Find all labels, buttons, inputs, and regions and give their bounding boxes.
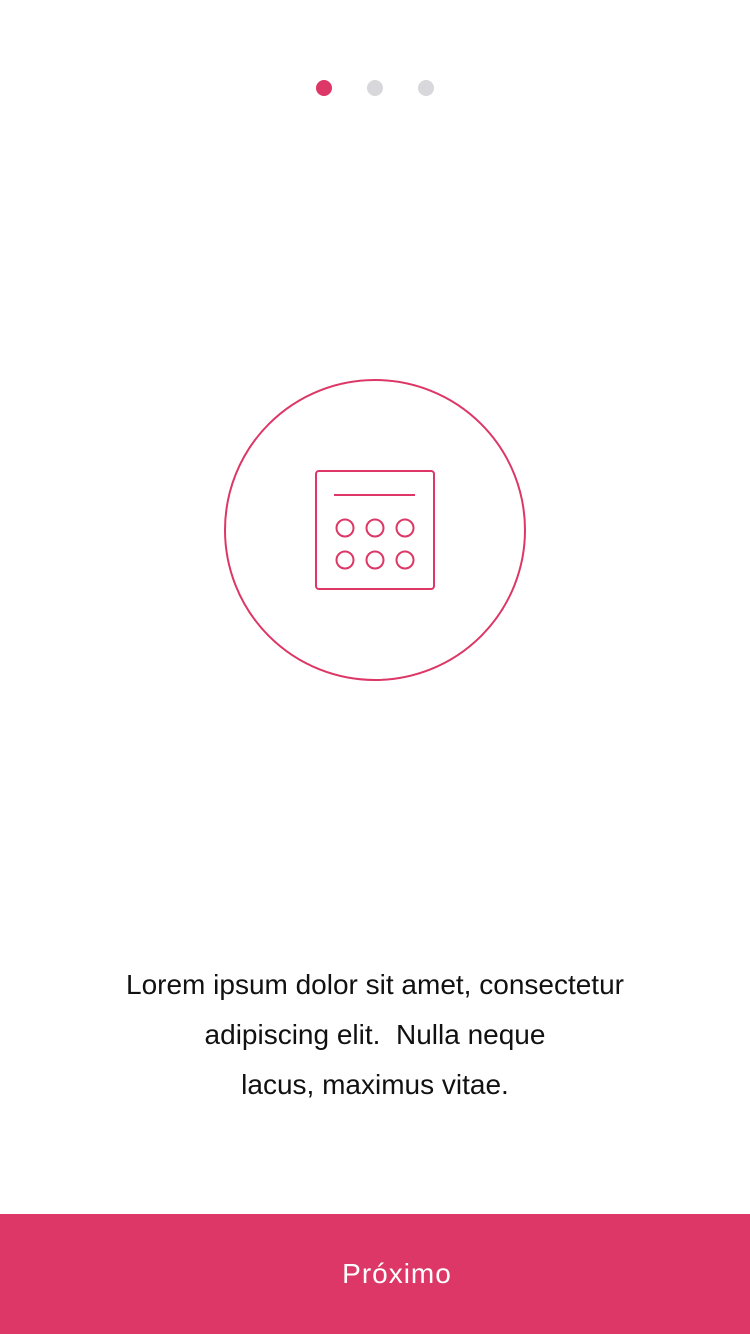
next-button-label: Próximo <box>342 1258 452 1289</box>
page-dot-2[interactable] <box>367 80 383 96</box>
page-dot-1-active[interactable] <box>316 80 332 96</box>
description-line-3: lacus, maximus vitae. <box>241 1069 509 1100</box>
page-indicator <box>0 80 750 96</box>
hero-illustration <box>224 379 526 681</box>
page-dot-3[interactable] <box>418 80 434 96</box>
calendar-icon <box>315 470 435 590</box>
onboarding-description: Lorem ipsum dolor sit amet, consectetur … <box>60 960 690 1110</box>
description-line-2: adipiscing elit. Nulla neque <box>204 1019 546 1050</box>
hero-circle <box>224 379 526 681</box>
next-button[interactable]: Próximo <box>0 1214 750 1334</box>
description-line-1: Lorem ipsum dolor sit amet, consectetur <box>126 969 624 1000</box>
